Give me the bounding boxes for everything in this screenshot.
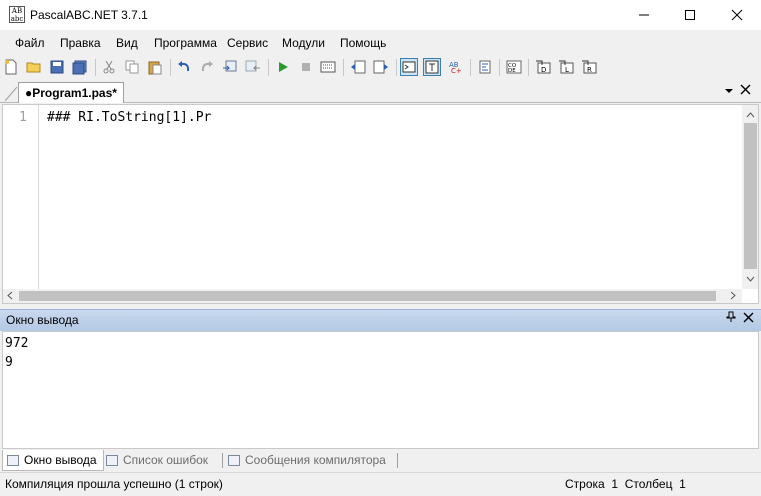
tab-compiler-messages-label: Сообщения компилятора bbox=[245, 453, 386, 467]
svg-text:DE: DE bbox=[508, 68, 516, 74]
scroll-down-icon[interactable] bbox=[746, 275, 755, 283]
svg-text:L: L bbox=[565, 66, 569, 74]
pin-icon[interactable] bbox=[726, 311, 736, 326]
window-title: PascalABC.NET 3.7.1 bbox=[30, 8, 148, 22]
output-window-icon bbox=[7, 454, 19, 466]
format-icon[interactable] bbox=[476, 58, 494, 76]
vertical-scroll-thumb[interactable] bbox=[744, 123, 757, 269]
status-message: Компиляция прошла успешно (1 строк) bbox=[5, 477, 223, 491]
cursor-position: Строка 1 Столбец 1 bbox=[565, 477, 686, 491]
cut-icon[interactable] bbox=[100, 58, 118, 76]
line-number: 1 bbox=[19, 110, 27, 125]
svg-text:R: R bbox=[587, 66, 592, 74]
comment-icon[interactable] bbox=[349, 58, 367, 76]
open-icon[interactable] bbox=[25, 58, 43, 76]
abc-icon[interactable]: AB C+ bbox=[447, 58, 465, 76]
tab-output-window[interactable]: Окно вывода bbox=[2, 450, 104, 471]
redo-icon[interactable] bbox=[198, 58, 216, 76]
save-icon[interactable] bbox=[48, 58, 66, 76]
tab-output-window-label: Окно вывода bbox=[24, 453, 97, 467]
uncomment-icon[interactable] bbox=[372, 58, 390, 76]
text-icon[interactable] bbox=[423, 58, 441, 76]
code-line[interactable]: ### RI.ToString[1].Pr bbox=[47, 110, 211, 125]
copy-icon[interactable] bbox=[123, 58, 141, 76]
row-label: Строка bbox=[565, 477, 605, 491]
error-list-icon bbox=[106, 454, 118, 466]
toolbar-separator bbox=[170, 59, 171, 76]
close-window-button[interactable] bbox=[714, 0, 760, 30]
indent-icon[interactable] bbox=[221, 58, 239, 76]
toolbar-separator bbox=[396, 59, 397, 76]
chevron-down-icon bbox=[725, 89, 733, 93]
tab-error-list[interactable]: Список ошибок bbox=[104, 450, 208, 470]
toolbar-separator bbox=[499, 59, 500, 76]
menu-help[interactable]: Помощь bbox=[340, 36, 386, 50]
output-line: 9 bbox=[5, 355, 13, 370]
menu-modules[interactable]: Модули bbox=[282, 36, 325, 50]
column-value: 1 bbox=[679, 477, 686, 491]
row-value: 1 bbox=[611, 477, 619, 491]
run-to-cursor-icon[interactable]: R bbox=[580, 58, 598, 76]
toolbar-separator bbox=[268, 59, 269, 76]
toolbar-separator bbox=[343, 59, 344, 76]
menu-file[interactable]: Файл bbox=[15, 36, 45, 50]
step-into-icon[interactable]: D bbox=[534, 58, 552, 76]
menu-program[interactable]: Программа bbox=[154, 36, 217, 50]
tab-program1[interactable]: ●Program1.pas* bbox=[18, 82, 124, 103]
code-icon[interactable]: CO DE bbox=[505, 58, 523, 76]
maximize-button[interactable] bbox=[667, 0, 713, 30]
gutter-divider bbox=[38, 105, 39, 289]
toolbar-separator bbox=[528, 59, 529, 76]
save-all-icon[interactable] bbox=[71, 58, 89, 76]
output-panel-title: Окно вывода bbox=[6, 313, 79, 327]
debug-icon[interactable] bbox=[319, 58, 337, 76]
stop-icon[interactable] bbox=[297, 58, 315, 76]
compiler-messages-icon bbox=[228, 454, 240, 466]
tab-list-dropdown[interactable] bbox=[724, 85, 734, 99]
scroll-up-icon[interactable] bbox=[746, 111, 755, 119]
toolbar-separator bbox=[95, 59, 96, 76]
console-icon[interactable] bbox=[400, 58, 418, 76]
paste-icon[interactable] bbox=[146, 58, 164, 76]
tab-compiler-messages[interactable]: Сообщения компилятора bbox=[224, 450, 386, 470]
menu-service[interactable]: Сервис bbox=[227, 36, 268, 50]
tab-separator bbox=[397, 453, 398, 468]
horizontal-scroll-thumb[interactable] bbox=[19, 291, 716, 301]
new-file-icon[interactable] bbox=[2, 58, 20, 76]
scroll-left-icon[interactable] bbox=[6, 291, 14, 300]
minimize-icon bbox=[639, 14, 649, 16]
code-editor[interactable] bbox=[2, 104, 759, 304]
close-icon bbox=[731, 9, 743, 21]
tab-separator bbox=[222, 453, 223, 468]
column-label: Столбец bbox=[624, 477, 673, 491]
tab-corner-icon bbox=[4, 86, 18, 102]
svg-text:D: D bbox=[541, 66, 546, 74]
scroll-right-icon[interactable] bbox=[729, 291, 737, 300]
run-icon[interactable] bbox=[274, 58, 292, 76]
menu-view[interactable]: Вид bbox=[116, 36, 138, 50]
svg-text:C+: C+ bbox=[451, 67, 462, 74]
maximize-icon bbox=[685, 10, 695, 20]
tab-error-list-label: Список ошибок bbox=[123, 453, 209, 467]
outdent-icon[interactable] bbox=[244, 58, 262, 76]
close-output-button[interactable] bbox=[743, 310, 754, 326]
minimize-button[interactable] bbox=[621, 0, 667, 30]
app-logo-icon: AB abc bbox=[9, 6, 25, 23]
close-icon bbox=[740, 84, 751, 95]
toolbar-separator bbox=[470, 59, 471, 76]
output-area[interactable] bbox=[2, 331, 759, 449]
menu-edit[interactable]: Правка bbox=[60, 36, 101, 50]
undo-icon[interactable] bbox=[175, 58, 193, 76]
close-icon bbox=[743, 312, 754, 323]
step-over-icon[interactable]: L bbox=[557, 58, 575, 76]
output-line: 972 bbox=[5, 336, 29, 351]
close-tab-button[interactable] bbox=[740, 84, 751, 98]
output-panel-header bbox=[0, 309, 761, 331]
